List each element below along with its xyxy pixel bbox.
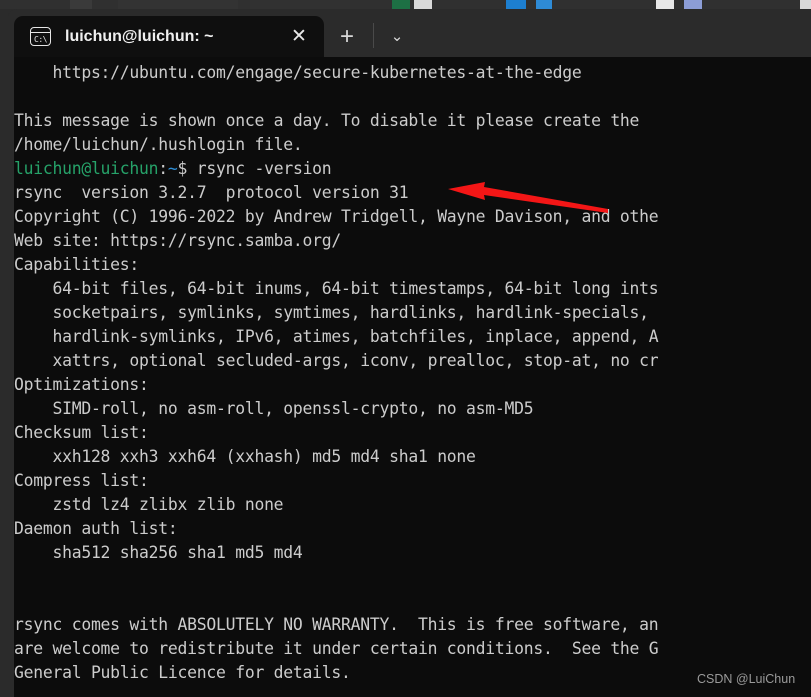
terminal-text: Daemon auth list: [14,519,178,538]
close-icon[interactable]: ✕ [286,24,312,50]
taskbar-icon-teams [684,0,702,9]
terminal-text: Optimizations: [14,375,149,394]
terminal-line: hardlink-symlinks, IPv6, atimes, batchfi… [14,325,811,349]
terminal-text: hardlink-symlinks, IPv6, atimes, batchfi… [14,327,659,346]
terminal-tab[interactable]: C:\ luichun@luichun: ~ ✕ [14,16,324,57]
taskbar-icon-chrome [656,0,674,9]
taskbar-icon-last [800,0,811,9]
terminal-text: ~ [167,159,178,178]
watermark-text: CSDN @LuiChun [697,672,796,686]
new-tab-button[interactable]: + [333,23,361,51]
terminal-text: SIMD-roll, no asm-roll, openssl-crypto, … [14,399,534,418]
terminal-text: rsync comes with ABSOLUTELY NO WARRANTY.… [14,615,659,634]
terminal-line: xattrs, optional secluded-args, iconv, p… [14,349,811,373]
terminal-line: https://ubuntu.com/engage/secure-kuberne… [14,61,811,85]
taskbar-icon-excel [392,0,410,9]
terminal-line: rsync comes with ABSOLUTELY NO WARRANTY.… [14,613,811,637]
terminal-text: : [158,159,168,178]
terminal-line: Capabilities: [14,253,811,277]
terminal-text: General Public Licence for details. [14,663,351,682]
terminal-line: General Public Licence for details. [14,661,811,685]
terminal-line: rsync version 3.2.7 protocol version 31 [14,181,811,205]
terminal-line: zstd lz4 zlibx zlib none [14,493,811,517]
terminal-line: Daemon auth list: [14,517,811,541]
terminal-text: $ rsync -version [177,159,332,178]
terminal-text: sha512 sha256 sha1 md5 md4 [14,543,303,562]
terminal-line: Compress list: [14,469,811,493]
terminal-line: Checksum list: [14,421,811,445]
tab-strip-divider [373,23,374,48]
chevron-down-icon[interactable]: ⌄ [383,24,411,50]
terminal-line: SIMD-roll, no asm-roll, openssl-crypto, … [14,397,811,421]
terminal-text: socketpairs, symlinks, symtimes, hardlin… [14,303,649,322]
screenshot-root: C:\ luichun@luichun: ~ ✕ + ⌄ https://ubu… [0,0,811,697]
taskbar-icon-word [414,0,432,9]
terminal-text: /home/luichun/.hushlogin file. [14,135,303,154]
terminal-body[interactable]: https://ubuntu.com/engage/secure-kuberne… [8,57,811,697]
console-icon: C:\ [30,27,51,46]
terminal-text: xxh128 xxh3 xxh64 (xxhash) md5 md4 sha1 … [14,447,476,466]
terminal-text: Web site: https://rsync.samba.org/ [14,231,342,250]
terminal-line: /home/luichun/.hushlogin file. [14,133,811,157]
terminal-text: zstd lz4 zlibx zlib none [14,495,284,514]
terminal-text: Checksum list: [14,423,149,442]
terminal-line: Optimizations: [14,373,811,397]
terminal-line: xxh128 xxh3 xxh64 (xxhash) md5 md4 sha1 … [14,445,811,469]
taskbar-icon-3 [250,0,350,9]
taskbar-icon-edge [536,0,552,9]
terminal-text: This message is shown once a day. To dis… [14,111,640,130]
taskbar-icon-2 [118,0,238,9]
terminal-text: luichun@luichun [14,159,159,178]
terminal-window: C:\ luichun@luichun: ~ ✕ + ⌄ https://ubu… [8,9,811,697]
terminal-line: Web site: https://rsync.samba.org/ [14,229,811,253]
terminal-line: sha512 sha256 sha1 md5 md4 [14,541,811,565]
terminal-text: are welcome to redistribute it under cer… [14,639,659,658]
terminal-line: Copyright (C) 1996-2022 by Andrew Tridge… [14,205,811,229]
terminal-text: Capabilities: [14,255,140,274]
terminal-text: Compress list: [14,471,149,490]
terminal-line: luichun@luichun:~$ rsync -version [14,157,811,181]
taskbar-icon-1 [70,0,92,9]
tab-title: luichun@luichun: ~ [65,27,214,45]
terminal-text: Copyright (C) 1996-2022 by Andrew Tridge… [14,207,659,226]
terminal-line: 64-bit files, 64-bit inums, 64-bit times… [14,277,811,301]
desktop-taskbar-strip [0,0,811,9]
terminal-text: rsync version 3.2.7 protocol version 31 [14,183,409,202]
terminal-line: socketpairs, symlinks, symtimes, hardlin… [14,301,811,325]
terminal-line: This message is shown once a day. To dis… [14,109,811,133]
terminal-text: 64-bit files, 64-bit inums, 64-bit times… [14,279,659,298]
console-icon-glyph: C:\ [34,35,47,44]
terminal-line: are welcome to redistribute it under cer… [14,637,811,661]
taskbar-icon-azure [506,0,526,9]
terminal-text: https://ubuntu.com/engage/secure-kuberne… [14,63,582,82]
terminal-screen[interactable]: https://ubuntu.com/engage/secure-kuberne… [14,57,811,697]
tab-strip: C:\ luichun@luichun: ~ ✕ + ⌄ [8,9,811,57]
terminal-text: xattrs, optional secluded-args, iconv, p… [14,351,659,370]
